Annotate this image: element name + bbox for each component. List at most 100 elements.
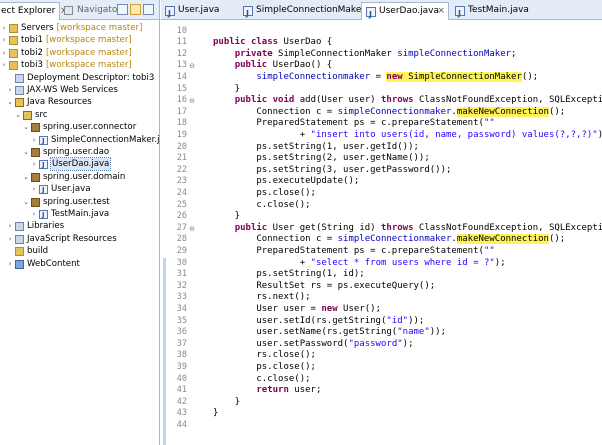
- view-menu-icon[interactable]: [143, 4, 154, 15]
- tab-testmain-java[interactable]: TestMain.java: [451, 2, 529, 22]
- code-line-text: Connection c = simpleConnectionmaker.mak…: [213, 234, 566, 245]
- code-line[interactable]: ps.setString(3, user.getPassword());: [213, 165, 451, 177]
- tree-item-label: JavaScript Resources: [27, 233, 117, 245]
- code-line[interactable]: ps.setString(1, user.getId());: [213, 142, 419, 154]
- code-line[interactable]: ps.setString(1, id);: [213, 269, 364, 281]
- chevron-right-icon[interactable]: ›: [0, 59, 8, 71]
- code-line[interactable]: Connection c = simpleConnectionmaker.mak…: [213, 106, 565, 119]
- tab-userdao-java[interactable]: UserDao.java ⨯: [361, 2, 449, 23]
- chevron-right-icon[interactable]: ›: [0, 34, 8, 46]
- tree-item[interactable]: › tobi1 [workspace master]: [0, 34, 159, 46]
- java-file-icon: [39, 209, 48, 221]
- fold-toggle-icon[interactable]: ⊖: [188, 97, 196, 105]
- code-line[interactable]: c.close();: [213, 200, 310, 212]
- code-line[interactable]: + "insert into users(id, name, password)…: [213, 130, 602, 142]
- chevron-right-icon[interactable]: ›: [0, 47, 8, 59]
- code-line[interactable]: }: [213, 84, 240, 96]
- code-line-text: ps.setString(3, user.getPassword());: [213, 164, 452, 175]
- code-line[interactable]: public UserDao() {: [213, 60, 333, 72]
- code-line[interactable]: PreparedStatement ps = c.prepareStatemen…: [213, 246, 494, 258]
- code-line[interactable]: Connection c = simpleConnectionmaker.mak…: [213, 234, 565, 246]
- chevron-right-icon[interactable]: ›: [6, 258, 14, 270]
- tree-item[interactable]: ⌄ Java Resources: [0, 96, 159, 108]
- tree-item[interactable]: build: [0, 245, 159, 257]
- code-line[interactable]: }: [213, 397, 240, 409]
- code-line[interactable]: user.setId(rs.getString("id"));: [213, 316, 424, 328]
- chevron-down-icon[interactable]: ⌄: [14, 109, 22, 121]
- code-line[interactable]: rs.next();: [213, 292, 310, 304]
- chevron-right-icon[interactable]: ›: [30, 183, 38, 195]
- chevron-right-icon[interactable]: ›: [30, 158, 38, 170]
- code-line[interactable]: ps.setString(2, user.getName());: [213, 153, 429, 165]
- line-number: 14: [176, 71, 187, 82]
- code-line[interactable]: c.close();: [213, 374, 310, 386]
- code-line-text: PreparedStatement ps = c.prepareStatemen…: [213, 118, 495, 129]
- code-line[interactable]: public void add(User user) throws ClassN…: [213, 95, 602, 107]
- code-line[interactable]: user.setName(rs.getString("name"));: [213, 327, 446, 339]
- chevron-right-icon[interactable]: ›: [30, 208, 38, 220]
- code-line[interactable]: private SimpleConnectionMaker simpleConn…: [213, 49, 517, 61]
- fold-toggle-icon[interactable]: ⊖: [188, 225, 196, 233]
- library-icon: [15, 222, 24, 232]
- tree-item[interactable]: ⌄ spring.user.domain: [0, 171, 159, 183]
- tree-item[interactable]: ⌄ spring.user.test: [0, 196, 159, 208]
- tab-navigator[interactable]: Navigator: [64, 2, 121, 20]
- code-line[interactable]: PreparedStatement ps = c.prepareStatemen…: [213, 118, 495, 130]
- tree-item[interactable]: ⌄ src: [0, 109, 159, 121]
- line-number: 10: [176, 25, 187, 36]
- tree-item[interactable]: › User.java: [0, 183, 159, 196]
- tree-item[interactable]: › JAX-WS Web Services: [0, 84, 159, 96]
- tree-item[interactable]: Deployment Descriptor: tobi3: [0, 72, 159, 84]
- code-line[interactable]: ps.executeUpdate();: [213, 176, 359, 188]
- code-line[interactable]: return user;: [213, 385, 321, 397]
- code-line[interactable]: + "select * from users where id = ?");: [213, 258, 506, 270]
- tab-simpleconnectionmaker-java[interactable]: SimpleConnectionMaker.java: [239, 2, 386, 22]
- chevron-down-icon[interactable]: ⌄: [22, 121, 30, 133]
- code-line[interactable]: ResultSet rs = ps.executeQuery();: [213, 281, 435, 293]
- tree-item[interactable]: › WebContent: [0, 258, 159, 270]
- code-line[interactable]: }: [213, 408, 218, 420]
- tree-item[interactable]: › SimpleConnectionMaker.java: [0, 134, 160, 147]
- tree-item[interactable]: ⌄ spring.user.connector: [0, 121, 159, 133]
- chevron-right-icon[interactable]: ›: [6, 220, 14, 232]
- tree-item[interactable]: › TestMain.java: [0, 208, 159, 221]
- code-line[interactable]: }: [213, 211, 240, 223]
- chevron-right-icon[interactable]: ›: [0, 22, 8, 34]
- code-line-text: User user = new User();: [213, 303, 381, 314]
- code-line[interactable]: rs.close();: [213, 350, 316, 362]
- code-line[interactable]: simpleConnectionmaker = new SimpleConnec…: [213, 71, 538, 84]
- tree-item-label: spring.user.test: [43, 196, 110, 208]
- code-line[interactable]: User user = new User();: [213, 304, 381, 316]
- tree-item[interactable]: › tobi3 [workspace master]: [0, 59, 159, 71]
- code-text-area[interactable]: import java.sql.Connection;public class …: [199, 20, 602, 445]
- chevron-right-icon[interactable]: ›: [6, 233, 14, 245]
- chevron-down-icon[interactable]: ⌄: [22, 146, 30, 158]
- code-line[interactable]: user.setPassword("password");: [213, 339, 413, 351]
- tree-item[interactable]: › Servers [workspace master]: [0, 22, 159, 34]
- code-line[interactable]: ps.close();: [213, 362, 316, 374]
- line-number: 33: [176, 292, 187, 303]
- package-icon: [31, 148, 40, 157]
- tree-item[interactable]: ⌄ spring.user.dao: [0, 146, 159, 158]
- tree-item[interactable]: › JavaScript Resources: [0, 233, 159, 245]
- tree-item[interactable]: › tobi2 [workspace master]: [0, 47, 159, 59]
- fold-toggle-icon[interactable]: ⊖: [188, 62, 196, 70]
- tab-project-explorer[interactable]: ect Explorer ⨯: [0, 2, 68, 20]
- code-line[interactable]: public class UserDao {: [213, 37, 332, 49]
- chevron-right-icon[interactable]: ›: [30, 134, 38, 146]
- collapse-all-icon[interactable]: [117, 4, 128, 15]
- chevron-right-icon[interactable]: ›: [6, 84, 14, 96]
- close-icon[interactable]: ⨯: [437, 3, 445, 20]
- link-with-editor-icon[interactable]: [130, 4, 141, 15]
- tree-item[interactable]: › UserDao.java: [0, 157, 159, 172]
- chevron-down-icon[interactable]: ⌄: [22, 171, 30, 183]
- code-line[interactable]: ps.close();: [213, 188, 316, 200]
- code-line[interactable]: public User get(String id) throws ClassN…: [213, 223, 602, 235]
- tab-user-java[interactable]: User.java: [161, 2, 235, 22]
- tree-item[interactable]: › Libraries: [0, 220, 159, 232]
- chevron-down-icon[interactable]: ⌄: [22, 196, 30, 208]
- tree-item-text: SimpleConnectionMaker.java: [51, 134, 160, 145]
- line-number-gutter[interactable]: 10 11 12 13 ⊖ 14 15 16 ⊖ 17 18 19 20 21 22 23 24 25 26 27 ⊖ 2…: [161, 20, 199, 445]
- chevron-down-icon[interactable]: ⌄: [6, 96, 14, 108]
- tree-item-text: TestMain.java: [51, 209, 110, 219]
